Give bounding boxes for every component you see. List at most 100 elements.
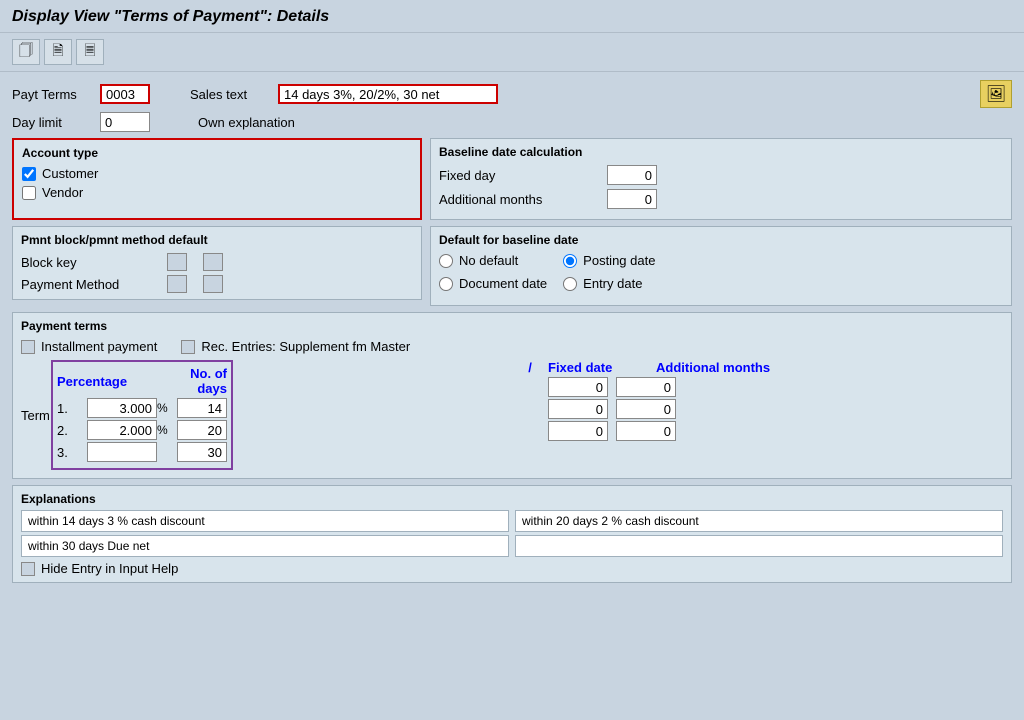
payment-terms-title: Payment terms bbox=[21, 319, 1003, 333]
additional-months-row: Additional months bbox=[439, 189, 1003, 209]
expl-row-1: within 14 days 3 % cash discount within … bbox=[21, 510, 1003, 532]
payment-method-box2 bbox=[203, 275, 223, 293]
col-term-header: Term bbox=[21, 408, 51, 423]
pt-header-inner: Percentage No. of days bbox=[57, 366, 227, 396]
toolbar-btn-1[interactable]: 🗍 bbox=[12, 39, 40, 65]
mid-sections-row: Pmnt block/pmnt method default Block key… bbox=[12, 226, 1012, 306]
rec-entries-group: Rec. Entries: Supplement fm Master bbox=[181, 339, 410, 354]
col-fixed-header: Fixed date bbox=[548, 360, 648, 375]
days-2-input[interactable] bbox=[177, 420, 227, 440]
fixed-day-input[interactable] bbox=[607, 165, 657, 185]
display-icon: 🖼 bbox=[986, 84, 1006, 104]
fixed-day-label: Fixed day bbox=[439, 168, 599, 183]
pt-row-3: 3. bbox=[57, 442, 227, 462]
pt-checkbox-row: Installment payment Rec. Entries: Supple… bbox=[21, 339, 1003, 354]
right-col-headers: / Fixed date Additional months bbox=[520, 360, 1003, 375]
no-default-label: No default bbox=[459, 253, 518, 268]
payment-method-row: Payment Method bbox=[21, 275, 413, 293]
fixed-2-input[interactable] bbox=[548, 399, 608, 419]
pt-purple-highlight: Percentage No. of days 1. % bbox=[51, 360, 233, 470]
entry-date-row: Entry date bbox=[563, 276, 655, 291]
document-date-label: Document date bbox=[459, 276, 547, 291]
header-fields-row2: Day limit Own explanation bbox=[12, 112, 1012, 132]
two-sections-row1: Account type Customer Vendor Baseline da… bbox=[12, 138, 1012, 220]
fixed-1-input[interactable] bbox=[548, 377, 608, 397]
document-date-radio[interactable] bbox=[439, 277, 453, 291]
col-pct-header: Percentage bbox=[57, 374, 157, 389]
col-addmon-header: Additional months bbox=[656, 360, 776, 375]
vendor-checkbox[interactable] bbox=[22, 186, 36, 200]
left-radios: No default Document date bbox=[439, 253, 547, 295]
payment-method-box1 bbox=[167, 275, 187, 293]
right-radios: Posting date Entry date bbox=[563, 253, 655, 295]
additional-months-label: Additional months bbox=[439, 192, 599, 207]
right-row-2 bbox=[520, 399, 1003, 419]
right-row-3 bbox=[520, 421, 1003, 441]
no-default-row: No default bbox=[439, 253, 547, 268]
payt-terms-group: Payt Terms bbox=[12, 84, 150, 104]
block-key-row: Block key bbox=[21, 253, 413, 271]
pct-2-input[interactable] bbox=[87, 420, 157, 440]
pct-3-input[interactable] bbox=[87, 442, 157, 462]
pt-col-headers: Term Percentage No. of days 1. % bbox=[21, 360, 504, 470]
main-window: Display View "Terms of Payment": Details… bbox=[0, 0, 1024, 720]
vendor-label: Vendor bbox=[42, 185, 83, 200]
no-default-radio[interactable] bbox=[439, 254, 453, 268]
fixed-3-input[interactable] bbox=[548, 421, 608, 441]
addmon-3-input[interactable] bbox=[616, 421, 676, 441]
block-key-label: Block key bbox=[21, 255, 151, 270]
block-key-box2 bbox=[203, 253, 223, 271]
pct-1-input[interactable] bbox=[87, 398, 157, 418]
day-limit-input[interactable] bbox=[100, 112, 150, 132]
pt-row-2: 2. % bbox=[57, 420, 227, 440]
customer-label: Customer bbox=[42, 166, 98, 181]
explanations-title: Explanations bbox=[21, 492, 1003, 506]
default-baseline-title: Default for baseline date bbox=[439, 233, 1003, 247]
pt-left-table: Term Percentage No. of days 1. % bbox=[21, 360, 504, 472]
right-row-1 bbox=[520, 377, 1003, 397]
rec-entries-checkbox bbox=[181, 340, 195, 354]
pct-1-sym: % bbox=[157, 401, 177, 415]
default-baseline-section: Default for baseline date No default Doc… bbox=[430, 226, 1012, 306]
fixed-day-row: Fixed day bbox=[439, 165, 1003, 185]
payment-method-label: Payment Method bbox=[21, 277, 151, 292]
baseline-date-title: Baseline date calculation bbox=[439, 145, 1003, 159]
installment-group: Installment payment bbox=[21, 339, 157, 354]
pt-row-1: 1. % bbox=[57, 398, 227, 418]
installment-label: Installment payment bbox=[41, 339, 157, 354]
posting-date-radio[interactable] bbox=[563, 254, 577, 268]
account-type-title: Account type bbox=[22, 146, 412, 160]
hide-entry-checkbox bbox=[21, 562, 35, 576]
addmon-1-input[interactable] bbox=[616, 377, 676, 397]
additional-months-input[interactable] bbox=[607, 189, 657, 209]
days-3-input[interactable] bbox=[177, 442, 227, 462]
title-bar: Display View "Terms of Payment": Details bbox=[0, 0, 1024, 33]
doc-icon-2: 🗎 bbox=[52, 40, 63, 64]
addmon-2-input[interactable] bbox=[616, 399, 676, 419]
expl-row2-left: within 30 days Due net bbox=[21, 535, 509, 557]
payt-terms-input[interactable] bbox=[100, 84, 150, 104]
expl-row1-left-text: within 14 days 3 % cash discount bbox=[28, 514, 205, 528]
vendor-checkbox-row: Vendor bbox=[22, 185, 412, 200]
sales-text-input[interactable] bbox=[278, 84, 498, 104]
pt-table-area: Term Percentage No. of days 1. % bbox=[21, 360, 1003, 472]
doc-icon-1: 🗍 bbox=[19, 40, 33, 64]
customer-checkbox-row: Customer bbox=[22, 166, 412, 181]
posting-date-label: Posting date bbox=[583, 253, 655, 268]
sales-text-label: Sales text bbox=[190, 87, 270, 102]
expl-row-2: within 30 days Due net bbox=[21, 535, 1003, 557]
toolbar: 🗍 🗎 🗏 bbox=[0, 33, 1024, 72]
toolbar-btn-3[interactable]: 🗏 bbox=[76, 39, 104, 65]
entry-date-label: Entry date bbox=[583, 276, 642, 291]
expl-row2-right bbox=[515, 535, 1003, 557]
days-1-input[interactable] bbox=[177, 398, 227, 418]
customer-checkbox[interactable] bbox=[22, 167, 36, 181]
expl-row2-left-text: within 30 days Due net bbox=[28, 539, 149, 553]
block-key-box1 bbox=[167, 253, 187, 271]
hide-entry-label: Hide Entry in Input Help bbox=[41, 561, 178, 576]
explanations-section: Explanations within 14 days 3 % cash dis… bbox=[12, 485, 1012, 583]
toolbar-btn-2[interactable]: 🗎 bbox=[44, 39, 72, 65]
entry-date-radio[interactable] bbox=[563, 277, 577, 291]
term-2-num: 2. bbox=[57, 423, 87, 438]
display-icon-btn[interactable]: 🖼 bbox=[980, 80, 1012, 108]
